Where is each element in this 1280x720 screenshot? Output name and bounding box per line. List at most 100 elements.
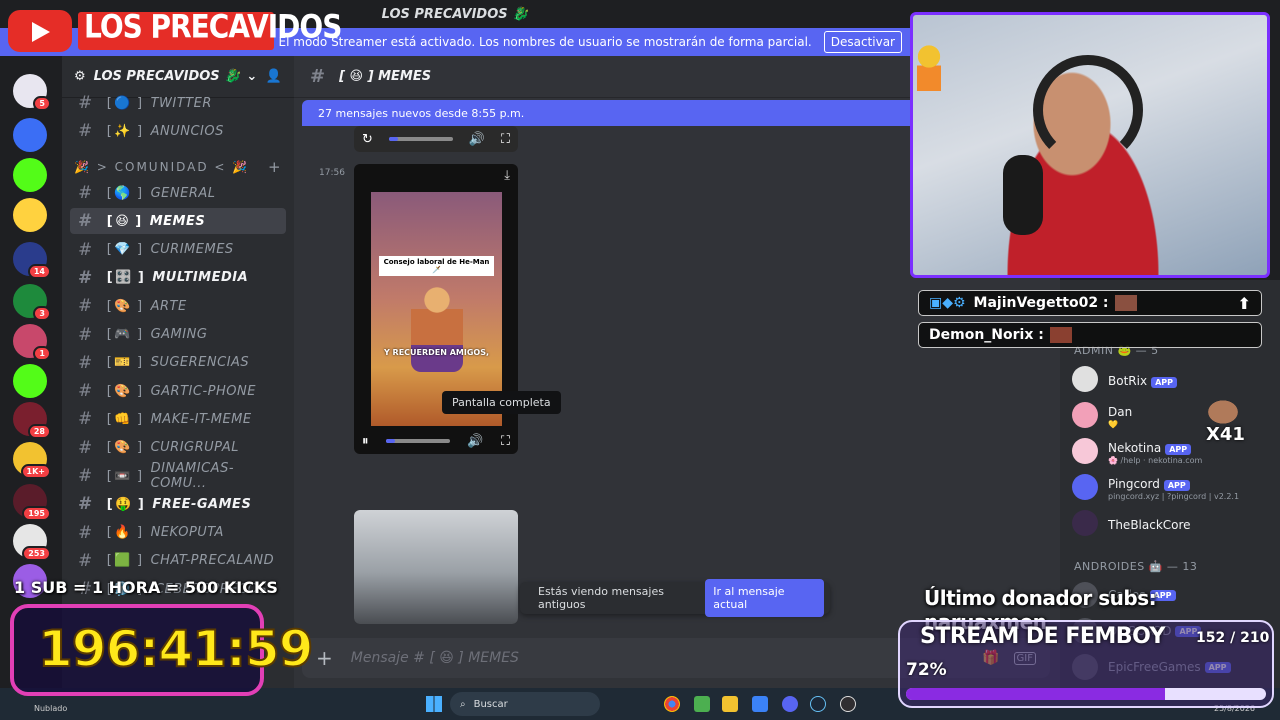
- member-status: pingcord.xyz | ?pingcord | v2.2.1: [1108, 492, 1240, 501]
- server-icon: ⚙: [74, 69, 86, 84]
- download-icon[interactable]: ⤓: [504, 168, 510, 183]
- fullscreen-tooltip: Pantalla completa: [442, 391, 561, 414]
- disable-streamer-button[interactable]: Desactivar: [823, 31, 902, 53]
- member-row[interactable]: BotRix APP: [1072, 362, 1272, 396]
- hash-icon: #: [78, 93, 93, 113]
- channel-title: [ 😆 ] MEMES: [339, 69, 432, 84]
- video-prev[interactable]: ↻ 🔊 ⛶: [354, 126, 518, 152]
- channel-item[interactable]: #[🔥] NEKOPUTA: [70, 520, 286, 546]
- video-prev-progress[interactable]: [388, 137, 453, 141]
- server-badge: 14: [27, 264, 51, 279]
- video-progress[interactable]: [385, 439, 450, 443]
- volume-icon[interactable]: 🔊: [467, 434, 483, 449]
- channel-emoji: ✨: [114, 123, 132, 139]
- server-icon[interactable]: 195: [13, 484, 51, 521]
- channel-emoji: 🔥: [114, 525, 132, 541]
- channel-emoji: 🤑: [115, 496, 132, 512]
- chat-arrow-icon: ⬆: [1237, 293, 1251, 313]
- discord-icon[interactable]: [782, 696, 798, 712]
- video-caption-top: Consejo laboral de He-Man 🗡️: [379, 256, 494, 276]
- member-name: Dan: [1108, 405, 1133, 419]
- channel-item[interactable]: #[🎨] CURIGRUPAL: [70, 435, 286, 461]
- volume-icon[interactable]: 🔊: [469, 132, 485, 147]
- category-header[interactable]: 🎉 > COMUNIDAD < 🎉: [74, 160, 249, 174]
- channel-item[interactable]: #[🎫] SUGERENCIAS: [70, 350, 286, 376]
- video-next[interactable]: [354, 510, 518, 624]
- store-icon[interactable]: [752, 696, 768, 712]
- channel-name: SUGERENCIAS: [150, 355, 250, 371]
- hash-icon: #: [78, 381, 93, 402]
- channel-item[interactable]: #[🎨] GARTIC-PHONE: [70, 378, 286, 404]
- attach-plus-icon[interactable]: +: [316, 646, 333, 670]
- fullscreen-icon[interactable]: ⛶: [501, 132, 510, 147]
- channel-name: CHAT-PRECALAND: [150, 553, 275, 569]
- channel-item[interactable]: #[👊] MAKE-IT-MEME: [70, 406, 286, 432]
- member-row[interactable]: TheBlackCore: [1072, 506, 1272, 540]
- channel-item[interactable]: #[💎] CURIMEMES: [70, 237, 286, 263]
- subathon-timer: 196:41:59: [37, 619, 315, 679]
- channel-emoji: 😆: [115, 213, 130, 229]
- chrome-icon[interactable]: [664, 696, 680, 712]
- jump-to-present-button[interactable]: Ir al mensaje actual: [705, 579, 824, 617]
- chat-user-2: Demon_Norix :: [929, 327, 1044, 343]
- server-name: LOS PRECAVIDOS 🐉: [93, 69, 241, 84]
- server-icon[interactable]: [13, 118, 47, 152]
- taskbar-search[interactable]: ⌕ Buscar: [450, 692, 600, 716]
- channel-item[interactable]: #[🔵] TWITTER: [70, 90, 286, 116]
- channel-name: TWITTER: [150, 95, 212, 111]
- channel-item[interactable]: #[🤑] FREE-GAMES: [70, 491, 286, 517]
- member-group2-header: ANDROIDES 🤖 — 13: [1074, 560, 1198, 573]
- server-icon[interactable]: 28: [13, 402, 51, 439]
- channel-item[interactable]: #[🎮] GAMING: [70, 322, 286, 348]
- pause-icon[interactable]: ⏸: [362, 434, 369, 449]
- channel-item[interactable]: #[😆] MEMES: [70, 208, 286, 235]
- channel-item[interactable]: #[🎨] ARTE: [70, 293, 286, 319]
- steam-icon[interactable]: [810, 696, 826, 712]
- add-channel-icon[interactable]: +: [268, 158, 281, 176]
- member-status: 💛: [1108, 420, 1118, 429]
- hash-icon: #: [78, 324, 93, 345]
- server-icon[interactable]: 3: [13, 284, 51, 321]
- minecraft-icon[interactable]: [694, 696, 710, 712]
- add-member-icon[interactable]: 👤: [266, 69, 282, 84]
- server-icon[interactable]: [13, 158, 47, 192]
- obs-icon[interactable]: [840, 696, 856, 712]
- server-badge: 5: [33, 96, 51, 111]
- chevron-down-icon: ⌄: [246, 69, 258, 84]
- channel-item[interactable]: #[🌎] GENERAL: [70, 180, 286, 206]
- hash-icon: #: [78, 239, 93, 260]
- server-icon[interactable]: 253: [13, 524, 51, 561]
- server-icon[interactable]: 14: [13, 242, 51, 279]
- member-name: TheBlackCore: [1108, 517, 1191, 532]
- server-icon[interactable]: 1: [13, 324, 51, 361]
- hash-icon: #: [78, 522, 93, 543]
- member-row[interactable]: Pingcord APP pingcord.xyz | ?pingcord | v2…: [1072, 470, 1272, 504]
- replay-icon[interactable]: ↻: [362, 132, 373, 147]
- server-icon[interactable]: 5: [13, 74, 51, 111]
- new-messages-bar[interactable]: 27 mensajes nuevos desde 8:55 p.m.: [302, 100, 922, 126]
- server-icon[interactable]: [13, 198, 47, 232]
- channel-name: GARTIC-PHONE: [150, 383, 256, 399]
- hash-icon: #: [78, 211, 93, 232]
- youtube-icon: [8, 10, 72, 52]
- channel-name: GENERAL: [150, 185, 216, 201]
- server-icon[interactable]: 1K+: [13, 442, 51, 479]
- hash-icon: #: [78, 267, 93, 288]
- channel-item[interactable]: #[📼] DINAMICAS-COMU...: [70, 461, 286, 491]
- video-controls: ⏸ 🔊 ⛶: [354, 428, 518, 454]
- channel-item[interactable]: #[🎛️] MULTIMEDIA: [70, 265, 286, 291]
- emote-icon: [1049, 327, 1072, 343]
- start-icon[interactable]: [426, 696, 442, 712]
- hash-icon: #: [78, 550, 93, 571]
- fullscreen-icon[interactable]: ⛶: [501, 434, 510, 449]
- goal-percent: 72%: [906, 660, 947, 680]
- server-badge: 28: [27, 424, 51, 439]
- logo-text: LOS PRECAVIDOS: [84, 7, 342, 46]
- server-icon[interactable]: [13, 364, 47, 398]
- channel-item[interactable]: #[✨] ANUNCIOS: [70, 118, 286, 144]
- channel-item[interactable]: #[🟩] CHAT-PRECALAND: [70, 548, 286, 574]
- hash-icon: #: [78, 352, 93, 373]
- headphones: [1033, 55, 1143, 165]
- folder-icon[interactable]: [722, 696, 738, 712]
- channel-name: GAMING: [150, 327, 208, 342]
